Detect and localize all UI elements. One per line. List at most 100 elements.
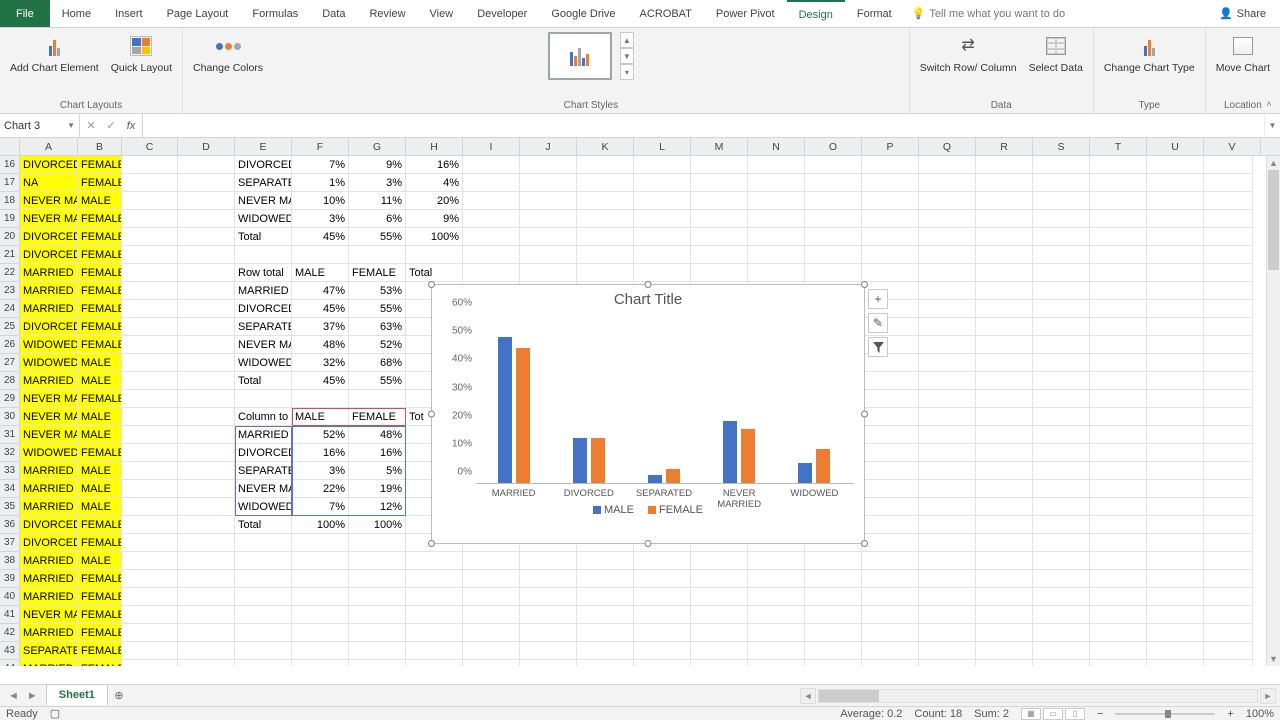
- cell[interactable]: [1033, 498, 1090, 516]
- cell[interactable]: [178, 156, 235, 174]
- gallery-more-icon[interactable]: ▾: [620, 64, 634, 80]
- cell[interactable]: 22%: [292, 480, 349, 498]
- cell[interactable]: [862, 606, 919, 624]
- cell[interactable]: [1204, 210, 1253, 228]
- cell[interactable]: [178, 264, 235, 282]
- cell[interactable]: [463, 642, 520, 660]
- switch-row-column-button[interactable]: ⇄ Switch Row/ Column: [916, 30, 1021, 74]
- cell[interactable]: [862, 156, 919, 174]
- cell[interactable]: [292, 246, 349, 264]
- cell[interactable]: [634, 624, 691, 642]
- cell[interactable]: [748, 552, 805, 570]
- cell[interactable]: 4%: [406, 174, 463, 192]
- spreadsheet-grid[interactable]: 16DIVORCEDFEMALEDIVORCED7%9%16%17NAFEMAL…: [0, 156, 1280, 666]
- cell[interactable]: [1033, 300, 1090, 318]
- cell[interactable]: [976, 354, 1033, 372]
- column-header[interactable]: D: [178, 138, 235, 155]
- cell[interactable]: [178, 444, 235, 462]
- cell[interactable]: 52%: [292, 426, 349, 444]
- cell[interactable]: [976, 660, 1033, 666]
- column-header[interactable]: S: [1033, 138, 1090, 155]
- cell[interactable]: [805, 660, 862, 666]
- cell[interactable]: MALE: [78, 480, 122, 498]
- cell[interactable]: [122, 480, 178, 498]
- cell[interactable]: MARRIED: [20, 264, 78, 282]
- cell[interactable]: [235, 624, 292, 642]
- row-header[interactable]: 19: [0, 210, 20, 228]
- cell[interactable]: [862, 534, 919, 552]
- cell[interactable]: MARRIED: [20, 300, 78, 318]
- cell[interactable]: [1033, 192, 1090, 210]
- cell[interactable]: FEMALE: [78, 390, 122, 408]
- chart-bar[interactable]: [723, 421, 737, 483]
- cell[interactable]: FEMALE: [78, 534, 122, 552]
- cell[interactable]: 11%: [349, 192, 406, 210]
- cell[interactable]: [1090, 642, 1147, 660]
- chart-handle[interactable]: [428, 281, 435, 288]
- cell[interactable]: [406, 660, 463, 666]
- scroll-down-icon[interactable]: ▼: [1267, 652, 1280, 666]
- cell[interactable]: FEMALE: [78, 624, 122, 642]
- cell[interactable]: [862, 642, 919, 660]
- cell[interactable]: [1090, 552, 1147, 570]
- cell[interactable]: 16%: [292, 444, 349, 462]
- cell[interactable]: [235, 246, 292, 264]
- scroll-up-icon[interactable]: ▲: [1267, 156, 1280, 170]
- cell[interactable]: MARRIED: [20, 498, 78, 516]
- cell[interactable]: [1204, 498, 1253, 516]
- cell[interactable]: [805, 552, 862, 570]
- cell[interactable]: [1033, 588, 1090, 606]
- cell[interactable]: [178, 516, 235, 534]
- cell[interactable]: [577, 606, 634, 624]
- row-header[interactable]: 30: [0, 408, 20, 426]
- cell[interactable]: [520, 210, 577, 228]
- cell[interactable]: [919, 624, 976, 642]
- cell[interactable]: [919, 516, 976, 534]
- cell[interactable]: 6%: [349, 210, 406, 228]
- cell[interactable]: [976, 390, 1033, 408]
- cell[interactable]: [634, 642, 691, 660]
- cell[interactable]: [178, 606, 235, 624]
- cell[interactable]: [235, 606, 292, 624]
- cell[interactable]: MARRIED: [20, 462, 78, 480]
- cell[interactable]: 45%: [292, 228, 349, 246]
- cell[interactable]: [976, 300, 1033, 318]
- cell[interactable]: [1204, 156, 1253, 174]
- tab-insert[interactable]: Insert: [103, 0, 155, 27]
- cell[interactable]: NEVER MA: [20, 408, 78, 426]
- cell[interactable]: FEMALE: [349, 264, 406, 282]
- cell[interactable]: [691, 642, 748, 660]
- cell[interactable]: [805, 642, 862, 660]
- cell[interactable]: [349, 246, 406, 264]
- row-header[interactable]: 29: [0, 390, 20, 408]
- cell[interactable]: 45%: [292, 300, 349, 318]
- cell[interactable]: [122, 336, 178, 354]
- cell[interactable]: [919, 282, 976, 300]
- cell[interactable]: NEVER MA: [20, 192, 78, 210]
- cell[interactable]: FEMALE: [78, 606, 122, 624]
- cell[interactable]: [862, 570, 919, 588]
- zoom-in-icon[interactable]: +: [1227, 708, 1233, 720]
- column-header[interactable]: M: [691, 138, 748, 155]
- cell[interactable]: [919, 210, 976, 228]
- cell[interactable]: [1090, 228, 1147, 246]
- cell[interactable]: [1147, 642, 1204, 660]
- cell[interactable]: [1033, 408, 1090, 426]
- cell[interactable]: [634, 228, 691, 246]
- cell[interactable]: 3%: [292, 210, 349, 228]
- cell[interactable]: [634, 606, 691, 624]
- cell[interactable]: [178, 498, 235, 516]
- cell[interactable]: [122, 318, 178, 336]
- cell[interactable]: [1090, 156, 1147, 174]
- cell[interactable]: [463, 570, 520, 588]
- cell[interactable]: [1090, 588, 1147, 606]
- cell[interactable]: [919, 264, 976, 282]
- column-header[interactable]: U: [1147, 138, 1204, 155]
- cell[interactable]: 1%: [292, 174, 349, 192]
- cell[interactable]: MARRIED: [235, 426, 292, 444]
- cell[interactable]: 16%: [406, 156, 463, 174]
- cell[interactable]: [122, 606, 178, 624]
- horizontal-scrollbar[interactable]: ◄ ►: [800, 685, 1280, 706]
- view-buttons[interactable]: ▦ ▭ ▯: [1021, 708, 1085, 720]
- row-header[interactable]: 21: [0, 246, 20, 264]
